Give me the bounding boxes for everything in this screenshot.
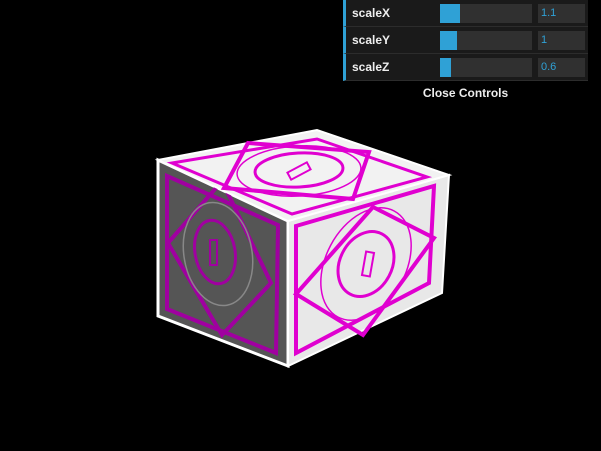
scaley-slider[interactable] [440,31,532,50]
close-controls-button[interactable]: Close Controls [343,81,588,105]
scalex-label: scaleX [352,6,391,20]
scalez-slider[interactable] [440,58,532,77]
scalez-label: scaleZ [352,60,390,74]
scalex-slider-fill [440,4,461,23]
control-row-scalex: scaleX [343,0,588,27]
scaley-input[interactable] [538,31,585,50]
scaley-slider-fill [440,31,458,50]
scalez-input[interactable] [538,58,585,77]
control-row-scalez: scaleZ [343,54,588,81]
control-row-scaley: scaleY [343,27,588,54]
scaley-label: scaleY [352,33,391,47]
controls-panel: scaleX scaleY scaleZ Close Controls [343,0,588,105]
scalex-slider[interactable] [440,4,532,23]
scalex-input[interactable] [538,4,585,23]
scalez-slider-fill [440,58,452,77]
